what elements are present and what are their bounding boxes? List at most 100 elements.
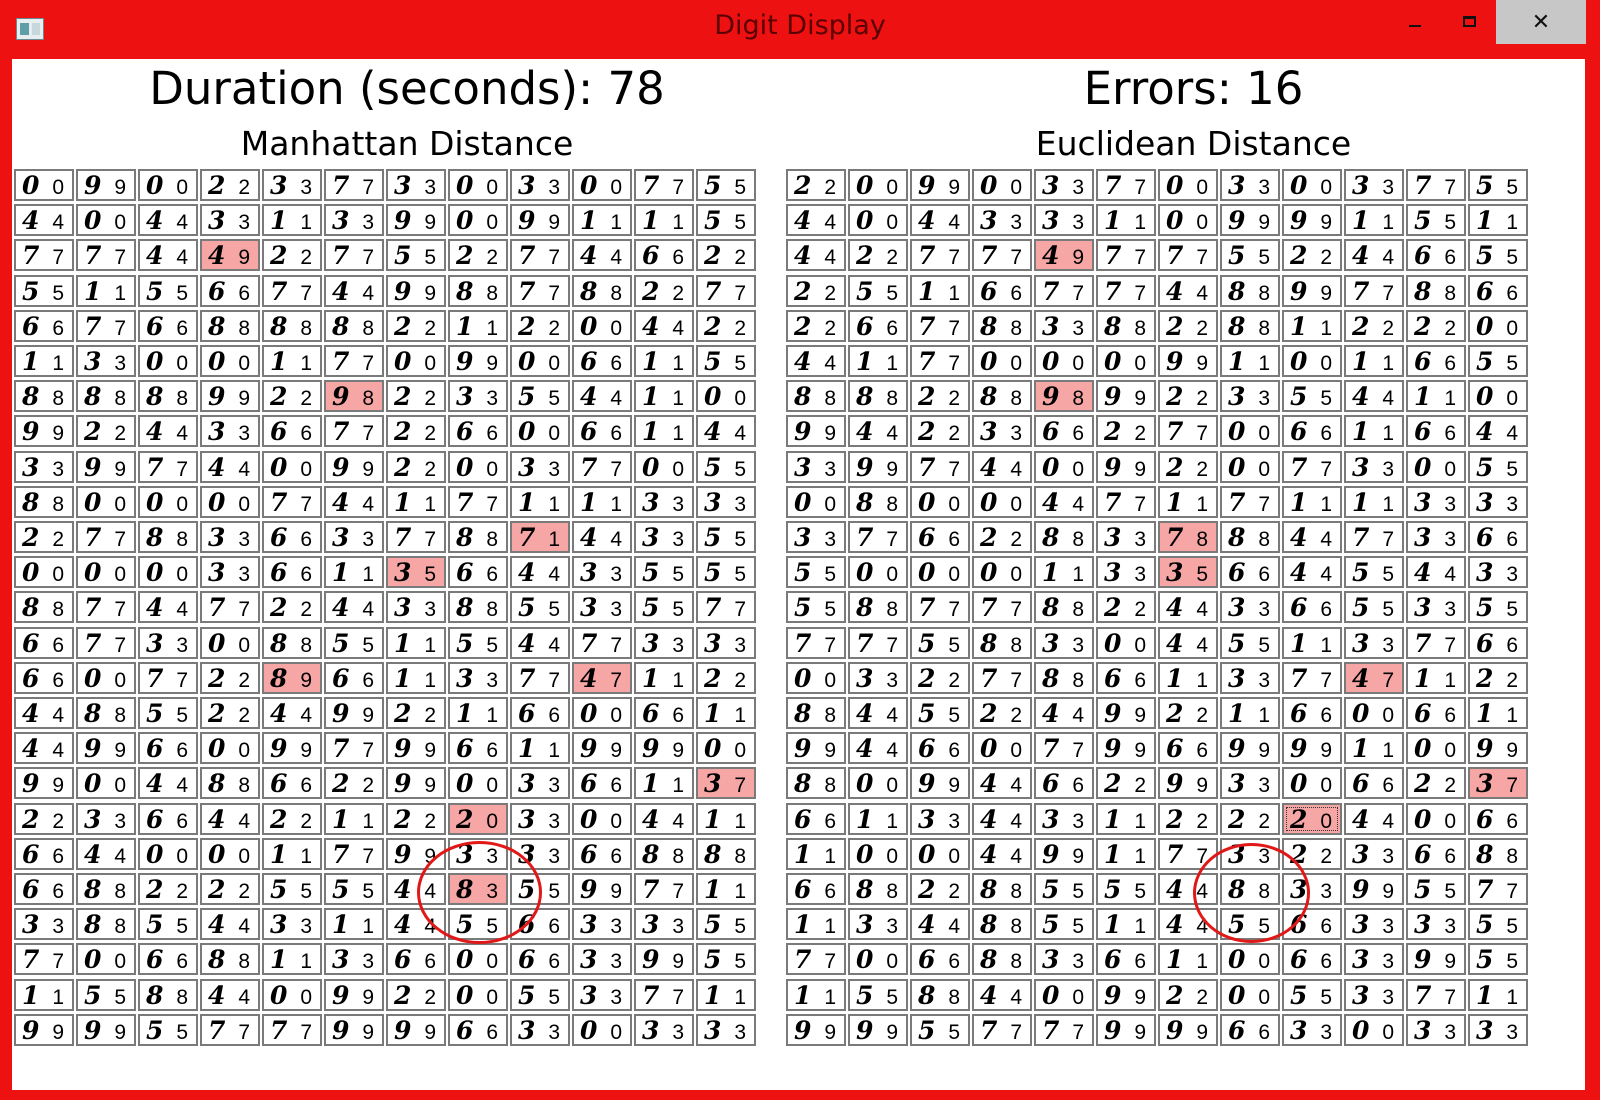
digit-cell[interactable]: 55 (910, 697, 970, 729)
digit-cell[interactable]: 77 (1468, 873, 1528, 905)
digit-cell[interactable]: 55 (324, 627, 384, 659)
digit-cell[interactable]: 77 (14, 239, 74, 271)
digit-cell[interactable]: 11 (848, 803, 908, 835)
digit-cell[interactable]: 33 (634, 521, 694, 553)
digit-cell[interactable]: 66 (572, 838, 632, 870)
digit-cell[interactable]: 33 (324, 521, 384, 553)
digit-cell[interactable]: 77 (200, 1014, 260, 1046)
digit-cell[interactable]: 66 (1282, 591, 1342, 623)
digit-cell[interactable]: 99 (324, 1014, 384, 1046)
digit-cell[interactable]: 66 (1282, 697, 1342, 729)
digit-cell[interactable]: 11 (1468, 204, 1528, 236)
digit-cell[interactable]: 88 (76, 380, 136, 412)
digit-cell[interactable]: 33 (1282, 1014, 1342, 1046)
digit-cell[interactable]: 78 (1158, 521, 1218, 553)
digit-cell[interactable]: 83 (448, 873, 508, 905)
digit-cell[interactable]: 11 (386, 662, 446, 694)
digit-cell[interactable]: 88 (1034, 521, 1094, 553)
digit-cell[interactable]: 22 (386, 310, 446, 342)
digit-cell[interactable]: 11 (1344, 345, 1404, 377)
digit-cell[interactable]: 35 (1158, 556, 1218, 588)
digit-cell[interactable]: 77 (848, 521, 908, 553)
digit-cell[interactable]: 66 (262, 556, 322, 588)
digit-cell[interactable]: 33 (1406, 1014, 1466, 1046)
digit-cell[interactable]: 88 (786, 380, 846, 412)
digit-cell[interactable]: 88 (634, 838, 694, 870)
digit-cell[interactable]: 33 (324, 943, 384, 975)
digit-cell[interactable]: 77 (910, 239, 970, 271)
digit-cell[interactable]: 55 (1344, 591, 1404, 623)
digit-cell[interactable]: 77 (1034, 1014, 1094, 1046)
digit-cell[interactable]: 44 (1344, 239, 1404, 271)
digit-cell[interactable]: 33 (1220, 169, 1280, 201)
digit-cell[interactable]: 99 (1282, 275, 1342, 307)
digit-cell[interactable]: 77 (76, 591, 136, 623)
digit-cell[interactable]: 55 (138, 275, 198, 307)
digit-cell[interactable]: 11 (634, 662, 694, 694)
digit-cell[interactable]: 66 (14, 662, 74, 694)
digit-cell[interactable]: 66 (1282, 908, 1342, 940)
digit-cell[interactable]: 11 (324, 803, 384, 835)
digit-cell[interactable]: 00 (448, 204, 508, 236)
digit-cell[interactable]: 00 (1158, 204, 1218, 236)
digit-cell[interactable]: 37 (696, 767, 756, 799)
digit-cell[interactable]: 77 (510, 662, 570, 694)
digit-cell[interactable]: 00 (848, 204, 908, 236)
digit-cell[interactable]: 44 (910, 204, 970, 236)
digit-cell[interactable]: 11 (386, 627, 446, 659)
digit-cell[interactable]: 33 (200, 521, 260, 553)
digit-cell[interactable]: 33 (1344, 943, 1404, 975)
digit-cell[interactable]: 33 (448, 380, 508, 412)
digit-cell[interactable]: 66 (138, 732, 198, 764)
digit-cell[interactable]: 66 (448, 556, 508, 588)
digit-cell[interactable]: 77 (848, 627, 908, 659)
digit-cell[interactable]: 66 (510, 908, 570, 940)
digit-cell[interactable]: 22 (1406, 767, 1466, 799)
maximize-button[interactable] (1446, 0, 1492, 42)
digit-cell[interactable]: 00 (76, 767, 136, 799)
digit-cell[interactable]: 99 (1096, 1014, 1156, 1046)
digit-cell[interactable]: 44 (138, 415, 198, 447)
digit-cell[interactable]: 22 (14, 803, 74, 835)
digit-cell[interactable]: 00 (448, 767, 508, 799)
digit-cell[interactable]: 44 (848, 732, 908, 764)
digit-cell[interactable]: 77 (138, 662, 198, 694)
digit-cell[interactable]: 55 (1468, 345, 1528, 377)
digit-cell[interactable]: 22 (1096, 415, 1156, 447)
digit-cell[interactable]: 77 (910, 451, 970, 483)
digit-cell[interactable]: 33 (1282, 873, 1342, 905)
digit-cell[interactable]: 55 (76, 979, 136, 1011)
digit-cell[interactable]: 66 (910, 943, 970, 975)
digit-cell[interactable]: 22 (200, 662, 260, 694)
digit-cell[interactable]: 66 (1468, 627, 1528, 659)
digit-cell[interactable]: 66 (634, 239, 694, 271)
digit-cell[interactable]: 11 (572, 204, 632, 236)
digit-cell[interactable]: 44 (76, 838, 136, 870)
digit-cell[interactable]: 88 (572, 275, 632, 307)
digit-cell[interactable]: 33 (1220, 767, 1280, 799)
digit-cell[interactable]: 33 (634, 486, 694, 518)
digit-cell[interactable]: 00 (1220, 451, 1280, 483)
digit-cell[interactable]: 55 (1220, 908, 1280, 940)
digit-cell[interactable]: 00 (262, 979, 322, 1011)
digit-cell[interactable]: 22 (696, 239, 756, 271)
digit-cell[interactable]: 33 (1034, 943, 1094, 975)
digit-cell[interactable]: 99 (786, 415, 846, 447)
digit-cell[interactable]: 55 (696, 204, 756, 236)
digit-cell[interactable]: 22 (138, 873, 198, 905)
digit-cell[interactable]: 88 (14, 591, 74, 623)
digit-cell[interactable]: 77 (910, 591, 970, 623)
digit-cell[interactable]: 99 (386, 732, 446, 764)
digit-cell[interactable]: 00 (1406, 451, 1466, 483)
digit-cell[interactable]: 99 (1282, 204, 1342, 236)
digit-cell[interactable]: 88 (448, 591, 508, 623)
digit-cell[interactable]: 33 (1220, 380, 1280, 412)
digit-cell[interactable]: 11 (1282, 310, 1342, 342)
digit-cell[interactable]: 66 (1220, 1014, 1280, 1046)
digit-cell[interactable]: 22 (200, 697, 260, 729)
digit-cell[interactable]: 00 (572, 310, 632, 342)
digit-cell[interactable]: 33 (1034, 310, 1094, 342)
digit-cell[interactable]: 11 (572, 486, 632, 518)
digit-cell[interactable]: 77 (910, 345, 970, 377)
digit-cell[interactable]: 99 (76, 1014, 136, 1046)
